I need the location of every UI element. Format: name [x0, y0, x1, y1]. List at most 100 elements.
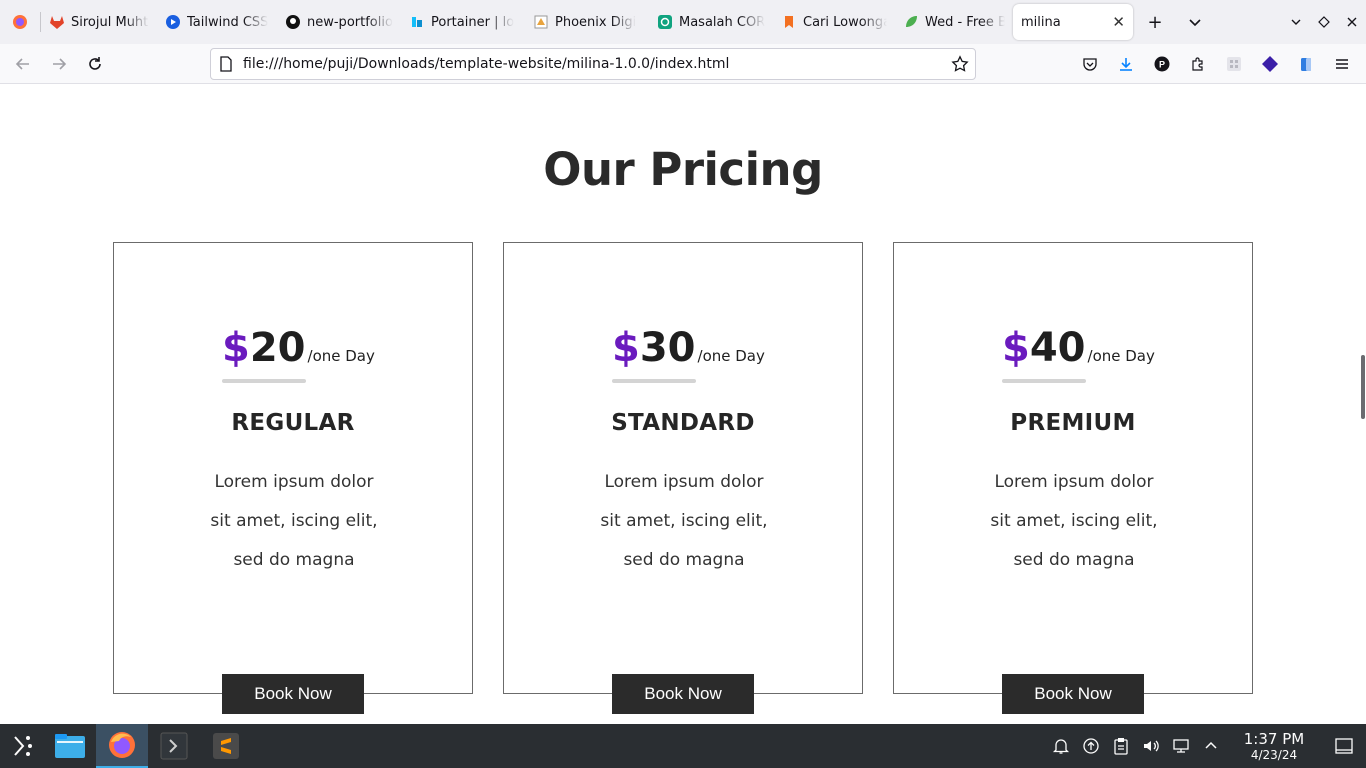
clipboard-tray-button[interactable] [1106, 724, 1136, 768]
openai-icon [657, 14, 673, 30]
url-bar[interactable]: file:///home/puji/Downloads/template-web… [210, 48, 976, 80]
tab-title: milina [1021, 14, 1061, 30]
tab-chatgpt[interactable]: Masalah COR [649, 0, 773, 44]
tab-title: Cari Lowonga [803, 14, 887, 30]
tab-strip: Sirojul Muhta Tailwind CSS new-portfolio… [0, 0, 1366, 44]
diamond-extension-icon [1262, 56, 1278, 72]
download-icon [1120, 58, 1132, 71]
bookmark-icon [781, 14, 797, 30]
tab-title: Sirojul Muhta [71, 14, 149, 30]
maximize-button[interactable] [1310, 6, 1338, 38]
clipboard-icon [1301, 58, 1311, 71]
taskbar-terminal[interactable] [148, 724, 200, 768]
toolbar-icons: P [1072, 48, 1360, 80]
network-wired-icon [1173, 739, 1189, 753]
puzzle-icon [1192, 57, 1203, 71]
tab-gitlab[interactable]: Sirojul Muhta [41, 0, 157, 44]
show-desktop-button[interactable] [1322, 724, 1366, 768]
tab-title: Wed - Free B [925, 14, 1005, 30]
page-scrollbar-thumb[interactable] [1361, 355, 1365, 419]
close-tab-icon[interactable]: ✕ [1112, 13, 1125, 31]
close-window-button[interactable] [1338, 6, 1366, 38]
file-manager-icon [55, 734, 85, 758]
pricing-card-regular: $ 20 /one Day REGULAR Lorem ipsum dolor … [113, 242, 473, 714]
desktop-icon [1335, 738, 1353, 754]
clock-date: 4/23/24 [1250, 747, 1298, 762]
tab-lowongan[interactable]: Cari Lowonga [773, 0, 895, 44]
volume-tray-button[interactable] [1136, 724, 1166, 768]
taskbar-file-manager[interactable] [44, 724, 96, 768]
price-period: /one Day [1087, 347, 1155, 365]
show-hidden-icons-button[interactable] [1196, 724, 1226, 768]
firefox-view-button[interactable] [0, 0, 40, 44]
navigation-toolbar: file:///home/puji/Downloads/template-web… [0, 44, 1366, 84]
app-launcher-icon [14, 736, 32, 756]
phoenix-icon [533, 14, 549, 30]
price-underline [1002, 379, 1086, 383]
github-icon [285, 14, 301, 30]
extensions-button[interactable] [1180, 48, 1216, 80]
currency-symbol: $ [1002, 325, 1030, 371]
new-tab-button[interactable]: + [1139, 6, 1171, 38]
firefox-icon [109, 732, 135, 758]
section-title: Our Pricing [543, 143, 823, 196]
updates-tray-button[interactable] [1076, 724, 1106, 768]
plan-description: Lorem ipsum dolor sit amet, iscing elit,… [990, 472, 1158, 570]
extension-clipboard-button[interactable] [1288, 48, 1324, 80]
chevron-down-icon [1189, 19, 1201, 27]
tab-wed[interactable]: Wed - Free B [895, 0, 1013, 44]
app-menu-button[interactable] [1324, 48, 1360, 80]
tab-phoenix[interactable]: Phoenix Digi [525, 0, 649, 44]
minimize-button[interactable] [1282, 6, 1310, 38]
system-tray: 1:37 PM 4/23/24 [1046, 724, 1366, 768]
arrow-right-icon [53, 57, 67, 70]
tab-title: Portainer | lo [431, 14, 515, 30]
sublime-text-icon [213, 733, 239, 759]
bell-icon [1052, 739, 1070, 754]
list-all-tabs-button[interactable] [1179, 6, 1211, 38]
digital-clock[interactable]: 1:37 PM 4/23/24 [1234, 729, 1314, 762]
taskbar-firefox[interactable] [96, 724, 148, 768]
firefox-icon [13, 15, 27, 29]
tab-milina[interactable]: milina ✕ [1013, 4, 1133, 40]
plus-icon: + [1147, 11, 1163, 33]
tab-title: Phoenix Digi [555, 14, 637, 30]
close-icon [1347, 17, 1357, 27]
hamburger-menu-icon [1336, 59, 1348, 69]
book-now-button[interactable]: Book Now [222, 674, 364, 714]
tab-github[interactable]: new-portfolio [277, 0, 401, 44]
book-now-button[interactable]: Book Now [1002, 674, 1144, 714]
play-icon [165, 14, 181, 30]
chevron-down-icon [1291, 19, 1301, 25]
star-icon[interactable] [951, 55, 969, 73]
arrow-left-icon [15, 57, 29, 70]
tab-portainer[interactable]: Portainer | lo [401, 0, 525, 44]
currency-symbol: $ [222, 325, 250, 371]
book-now-button[interactable]: Book Now [612, 674, 754, 714]
extension-p-button[interactable]: P [1144, 48, 1180, 80]
extension-diamond-button[interactable] [1252, 48, 1288, 80]
taskbar: 1:37 PM 4/23/24 [0, 724, 1366, 768]
tab-tailwind[interactable]: Tailwind CSS [157, 0, 277, 44]
p-extension-icon: P [1154, 56, 1170, 72]
app-launcher-button[interactable] [0, 724, 44, 768]
gitlab-icon [49, 14, 65, 30]
extension-grid-button[interactable] [1216, 48, 1252, 80]
update-icon [1083, 738, 1099, 754]
reload-icon [89, 56, 101, 70]
pocket-button[interactable] [1072, 48, 1108, 80]
notifications-tray-button[interactable] [1046, 724, 1076, 768]
plan-name: PREMIUM [1010, 410, 1136, 436]
forward-button[interactable] [41, 48, 77, 80]
back-button[interactable] [5, 48, 41, 80]
plan-description: Lorem ipsum dolor sit amet, iscing elit,… [600, 472, 768, 570]
url-text[interactable]: file:///home/puji/Downloads/template-web… [243, 56, 951, 72]
tab-title: new-portfolio [307, 14, 393, 30]
network-tray-button[interactable] [1166, 724, 1196, 768]
price-period: /one Day [307, 347, 375, 365]
chevron-up-icon [1205, 741, 1217, 749]
downloads-button[interactable] [1108, 48, 1144, 80]
clock-time: 1:37 PM [1243, 729, 1305, 748]
taskbar-sublime-text[interactable] [200, 724, 252, 768]
reload-button[interactable] [77, 48, 113, 80]
